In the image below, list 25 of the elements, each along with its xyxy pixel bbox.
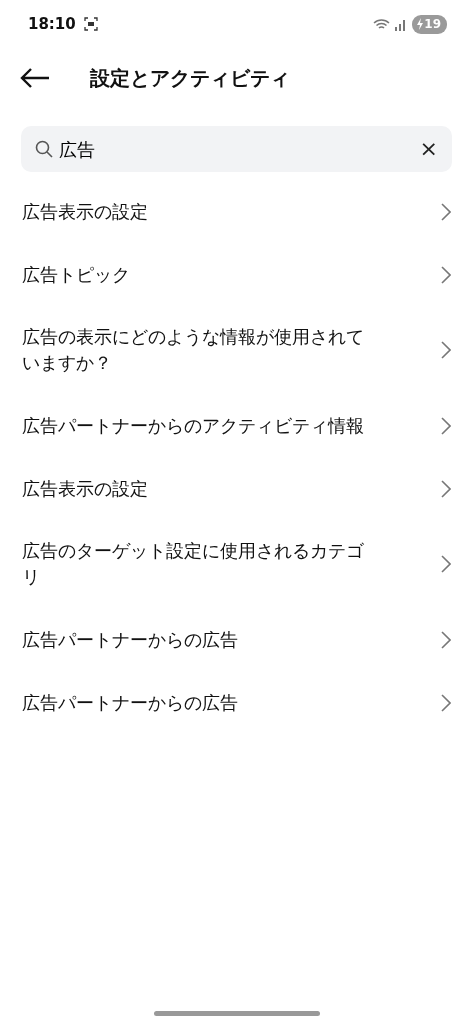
chevron-right-icon <box>441 202 451 221</box>
chevron-right-icon <box>441 265 451 284</box>
settings-result-item[interactable]: 広告パートナーからの広告 <box>22 608 451 671</box>
settings-result-item[interactable]: 広告表示の設定 <box>22 180 451 243</box>
chevron-right-icon <box>441 630 451 649</box>
chevron-right-icon <box>441 555 451 573</box>
chevron-right-icon <box>441 479 451 498</box>
clear-button[interactable]: × <box>419 138 438 160</box>
clock-time: 18:10 <box>28 13 76 35</box>
settings-result-item[interactable]: 広告表示の設定 <box>22 457 451 520</box>
settings-result-item[interactable]: 広告トピック <box>22 243 451 306</box>
settings-result-item[interactable]: 広告パートナーからのアクティビティ情報 <box>22 394 451 457</box>
wifi-icon <box>373 17 391 31</box>
back-arrow-icon[interactable] <box>20 67 50 89</box>
battery-indicator: 19 <box>412 14 447 34</box>
chevron-right-icon <box>441 341 451 359</box>
settings-result-item[interactable]: 広告パートナーからの広告 <box>22 671 451 734</box>
screenshot-icon <box>83 17 98 31</box>
settings-result-item[interactable]: 広告のターゲット設定に使用されるカテゴリ <box>22 520 451 608</box>
chevron-right-icon <box>441 693 451 712</box>
page-title: 設定とアクティビティ <box>90 65 290 92</box>
chevron-right-icon <box>441 416 451 435</box>
search-field[interactable]: 広告 × <box>21 126 452 172</box>
settings-result-item[interactable]: 広告の表示にどのような情報が使用されていますか？ <box>22 306 451 394</box>
search-icon <box>35 140 53 158</box>
